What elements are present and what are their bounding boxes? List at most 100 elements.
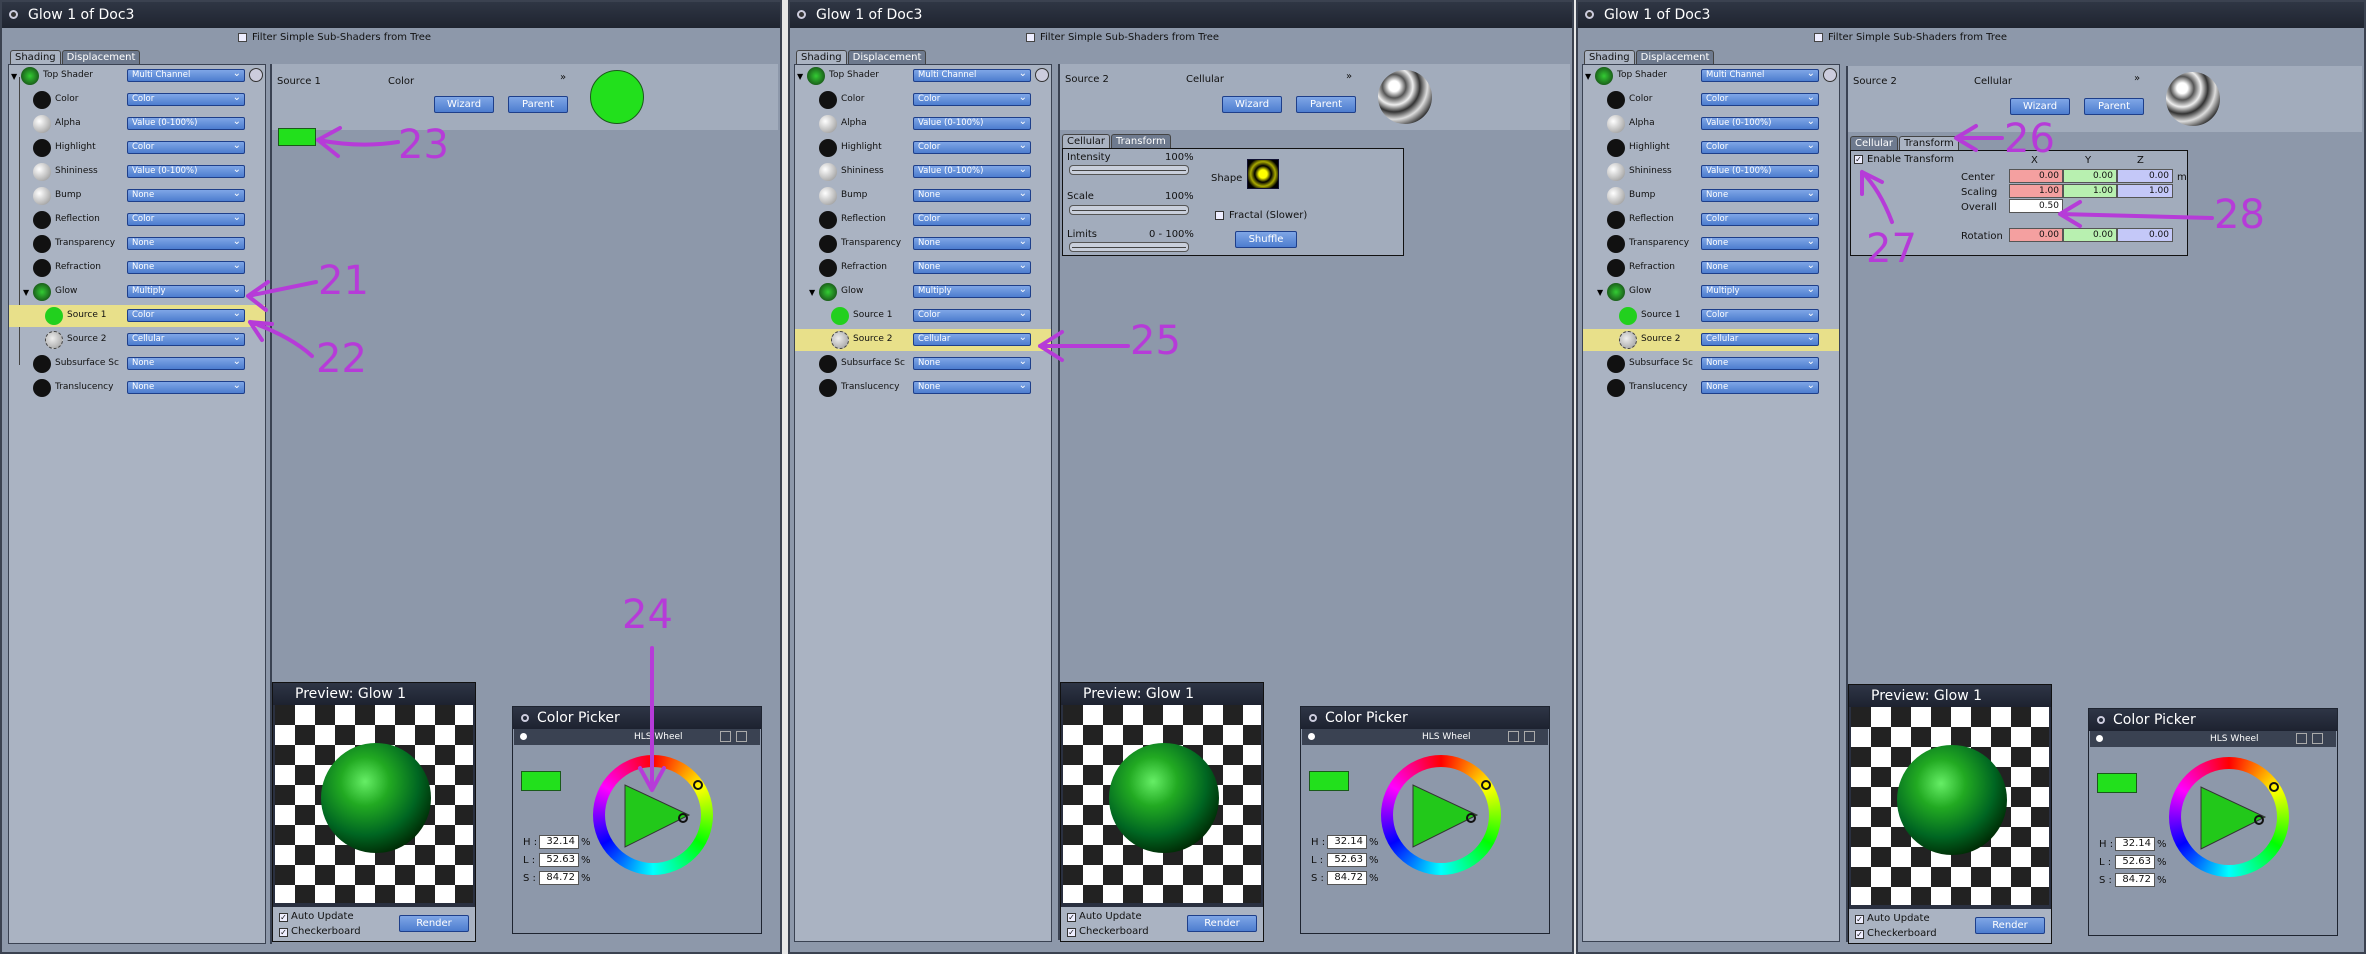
- tree-row-refraction[interactable]: Refraction None: [9, 257, 265, 279]
- tab-displacement[interactable]: Displacement: [847, 50, 927, 64]
- tab-cellular[interactable]: Cellular: [1850, 136, 1899, 150]
- dropdown[interactable]: None: [127, 380, 245, 394]
- tree-row-highlight[interactable]: Highlight Color: [9, 137, 265, 159]
- dropdown[interactable]: Multi Channel: [127, 68, 245, 82]
- tab-displacement[interactable]: Displacement: [1635, 50, 1715, 64]
- menu-dot-icon[interactable]: [520, 733, 527, 740]
- settings-icon[interactable]: [1823, 68, 1837, 82]
- dropdown[interactable]: None: [127, 188, 245, 202]
- tree-row-alpha[interactable]: Alpha Value (0-100%): [795, 113, 1051, 135]
- render-button[interactable]: Render: [1187, 915, 1257, 932]
- parent-button[interactable]: Parent: [2084, 98, 2144, 115]
- close-icon[interactable]: [2097, 716, 2105, 724]
- tree-row-subsurface-sc[interactable]: Subsurface Sc None: [795, 353, 1051, 375]
- tab-displacement[interactable]: Displacement: [61, 50, 141, 64]
- dropdown[interactable]: Color: [1701, 140, 1819, 154]
- dropdown[interactable]: Color: [127, 308, 245, 322]
- eyedropper-icon[interactable]: [1508, 731, 1519, 742]
- tree-row-bump[interactable]: Bump None: [1583, 185, 1839, 207]
- tree-row-subsurface-sc[interactable]: Subsurface Sc None: [1583, 353, 1839, 375]
- dropdown[interactable]: Cellular: [913, 332, 1031, 346]
- parent-button[interactable]: Parent: [1296, 96, 1356, 113]
- l-input[interactable]: 52.63: [539, 853, 579, 867]
- render-button[interactable]: Render: [1975, 917, 2045, 934]
- tree-row-shininess[interactable]: Shininess Value (0-100%): [9, 161, 265, 183]
- dropdown[interactable]: Color: [127, 212, 245, 226]
- eyedropper-icon[interactable]: [720, 731, 731, 742]
- scaling-z-input[interactable]: 1.00: [2117, 184, 2173, 198]
- checkerboard-checkbox[interactable]: ✓: [1855, 930, 1864, 939]
- tree-row-transparency[interactable]: Transparency None: [1583, 233, 1839, 255]
- tree-row-source-1[interactable]: Source 1 Color: [9, 305, 265, 327]
- dropdown[interactable]: Color: [127, 140, 245, 154]
- shuffle-button[interactable]: Shuffle: [1235, 231, 1297, 248]
- settings-icon[interactable]: [249, 68, 263, 82]
- dropdown[interactable]: Color: [913, 212, 1031, 226]
- tab-transform[interactable]: Transform: [1111, 134, 1171, 148]
- dropdown[interactable]: None: [913, 260, 1031, 274]
- tree-row-highlight[interactable]: Highlight Color: [1583, 137, 1839, 159]
- tree-row-highlight[interactable]: Highlight Color: [795, 137, 1051, 159]
- tree-row-alpha[interactable]: Alpha Value (0-100%): [9, 113, 265, 135]
- settings-icon[interactable]: [1035, 68, 1049, 82]
- dropdown[interactable]: Color: [1701, 212, 1819, 226]
- tree-row-translucency[interactable]: Translucency None: [1583, 377, 1839, 399]
- tree-row-source-2[interactable]: Source 2 Cellular: [9, 329, 265, 351]
- tree-row-top-shader[interactable]: ▼ Top Shader Multi Channel: [1583, 65, 1839, 87]
- dropdown[interactable]: None: [913, 380, 1031, 394]
- dropdown[interactable]: None: [913, 188, 1031, 202]
- tab-transform[interactable]: Transform: [1899, 136, 1959, 150]
- tree-row-alpha[interactable]: Alpha Value (0-100%): [1583, 113, 1839, 135]
- tree-row-translucency[interactable]: Translucency None: [9, 377, 265, 399]
- dropdown[interactable]: None: [913, 356, 1031, 370]
- hls-color-wheel[interactable]: [593, 755, 713, 875]
- dropdown[interactable]: Multi Channel: [913, 68, 1031, 82]
- close-icon[interactable]: [797, 10, 806, 19]
- tree-row-bump[interactable]: Bump None: [795, 185, 1051, 207]
- dropdown[interactable]: None: [127, 260, 245, 274]
- scaling-x-input[interactable]: 1.00: [2009, 184, 2063, 198]
- tree-row-transparency[interactable]: Transparency None: [795, 233, 1051, 255]
- rotation-z-input[interactable]: 0.00: [2117, 228, 2173, 242]
- tree-row-glow[interactable]: ▼ Glow Multiply: [9, 281, 265, 303]
- dropdown[interactable]: None: [1701, 236, 1819, 250]
- window-title-bar[interactable]: Glow 1 of Doc3: [790, 2, 1572, 28]
- tree-row-reflection[interactable]: Reflection Color: [795, 209, 1051, 231]
- dropdown[interactable]: Color: [1701, 92, 1819, 106]
- rotation-x-input[interactable]: 0.00: [2009, 228, 2063, 242]
- overall-input[interactable]: 0.50: [2009, 199, 2063, 213]
- close-icon[interactable]: [521, 714, 529, 722]
- dropdown[interactable]: None: [1701, 188, 1819, 202]
- center-z-input[interactable]: 0.00: [2117, 169, 2173, 183]
- collapse-icon[interactable]: »: [2134, 73, 2140, 84]
- tree-row-glow[interactable]: ▼ Glow Multiply: [795, 281, 1051, 303]
- tree-row-color[interactable]: Color Color: [795, 89, 1051, 111]
- tree-row-bump[interactable]: Bump None: [9, 185, 265, 207]
- menu-dot-icon[interactable]: [2096, 735, 2103, 742]
- filter-checkbox[interactable]: [1814, 33, 1823, 42]
- swatch-icon[interactable]: [736, 731, 747, 742]
- l-input[interactable]: 52.63: [1327, 853, 1367, 867]
- dropdown[interactable]: Value (0-100%): [127, 116, 245, 130]
- shape-picker-icon[interactable]: [1247, 159, 1279, 189]
- h-input[interactable]: 32.14: [539, 835, 579, 849]
- s-input[interactable]: 84.72: [1327, 871, 1367, 885]
- parent-button[interactable]: Parent: [508, 96, 568, 113]
- color-swatch[interactable]: [278, 128, 316, 146]
- tree-row-top-shader[interactable]: ▼ Top Shader Multi Channel: [9, 65, 265, 87]
- wizard-button[interactable]: Wizard: [434, 96, 494, 113]
- auto-update-checkbox[interactable]: ✓: [279, 913, 288, 922]
- checkerboard-checkbox[interactable]: ✓: [1067, 928, 1076, 937]
- dropdown[interactable]: Cellular: [127, 332, 245, 346]
- filter-checkbox[interactable]: [238, 33, 247, 42]
- tree-row-shininess[interactable]: Shininess Value (0-100%): [795, 161, 1051, 183]
- tree-row-glow[interactable]: ▼ Glow Multiply: [1583, 281, 1839, 303]
- menu-dot-icon[interactable]: [1308, 733, 1315, 740]
- auto-update-checkbox[interactable]: ✓: [1067, 913, 1076, 922]
- picker-mode[interactable]: HLS Wheel: [1422, 729, 1471, 745]
- dropdown[interactable]: None: [913, 236, 1031, 250]
- dropdown[interactable]: Color: [913, 308, 1031, 322]
- intensity-slider[interactable]: [1069, 165, 1189, 175]
- s-input[interactable]: 84.72: [539, 871, 579, 885]
- dropdown[interactable]: Value (0-100%): [913, 164, 1031, 178]
